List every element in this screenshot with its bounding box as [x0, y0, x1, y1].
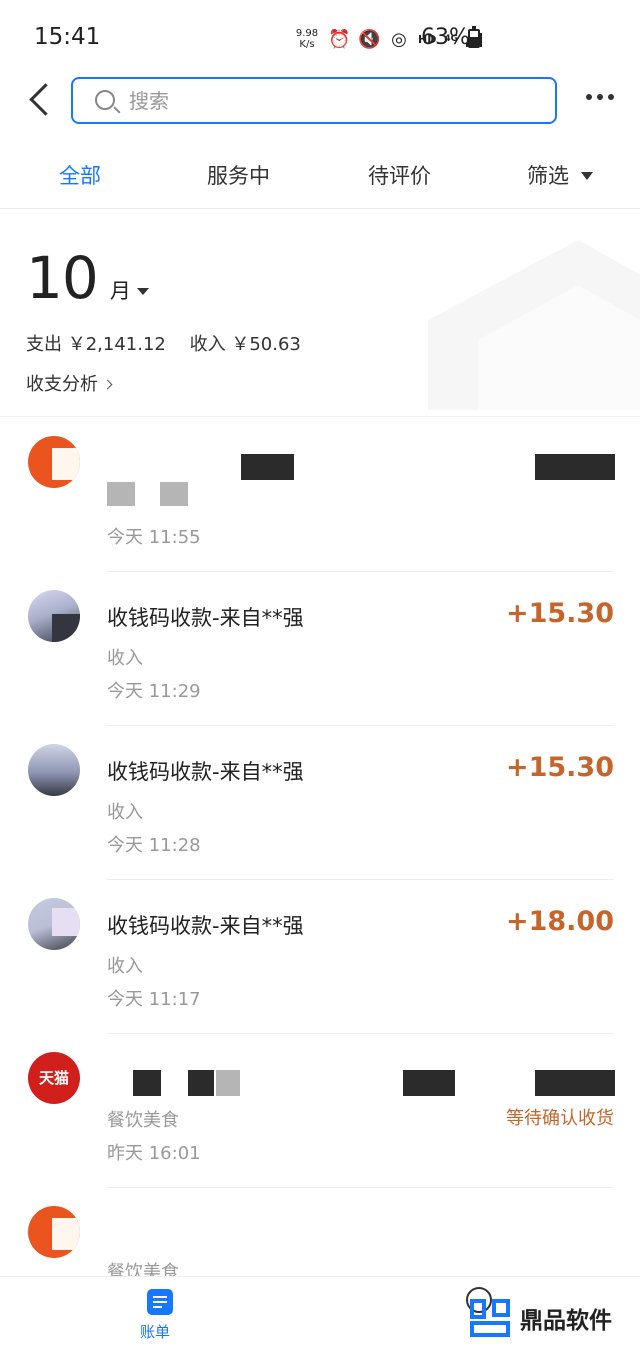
background-decoration [428, 240, 640, 410]
bill-icon[interactable] [147, 1289, 173, 1315]
transaction-time: 今天 11:29 [107, 681, 201, 702]
redaction-mask [216, 1070, 240, 1096]
watermark: 鼎品软件 [470, 1297, 612, 1339]
search-box[interactable] [71, 77, 557, 124]
transaction-row[interactable]: 收钱码收款-来自**强 +15.30 收入 今天 11:28 [0, 726, 640, 880]
redaction-mask [107, 482, 135, 506]
transaction-row[interactable]: 收钱码收款-来自**强 +18.00 收入 今天 11:17 [0, 880, 640, 1034]
month-number: 10 [26, 244, 99, 312]
analysis-label: 收支分析 [26, 374, 98, 395]
transaction-title: 收钱码收款-来自**强 [107, 760, 304, 784]
watermark-text: 鼎品软件 [520, 1308, 612, 1334]
more-menu-button[interactable] [586, 94, 616, 106]
transaction-amount: +15.30 [505, 752, 614, 783]
redaction-mask [133, 1070, 161, 1096]
alarm-icon: ⏰ [328, 28, 351, 50]
transaction-category: 收入 [107, 956, 143, 977]
transaction-time: 今天 11:55 [107, 527, 201, 548]
tmall-logo: 天猫 [28, 1052, 80, 1104]
divider [0, 416, 640, 417]
transaction-amount: +18.00 [505, 906, 614, 937]
transaction-time: 今天 11:28 [107, 835, 201, 856]
redaction-mask [535, 454, 615, 480]
transaction-time: 昨天 16:01 [107, 1143, 201, 1164]
caret-down-icon [581, 172, 593, 180]
transaction-row[interactable]: 天猫 餐饮美食 等待确认收货 昨天 16:01 [0, 1034, 640, 1188]
order-status: 等待确认收货 [506, 1108, 614, 1129]
bottom-nav: 账单 鼎品软件 [0, 1276, 640, 1351]
transaction-row[interactable]: 收钱码收款-来自**强 +15.30 收入 今天 11:29 [0, 572, 640, 726]
transaction-category: 收入 [107, 802, 143, 823]
tab-all[interactable]: 全部 [59, 160, 101, 190]
income-total: 收入 ￥50.63 [189, 334, 301, 355]
transaction-category: 餐饮美食 [107, 1110, 179, 1131]
caret-down-icon [136, 288, 149, 295]
transaction-category: 收入 [107, 648, 143, 669]
redaction-mask [160, 482, 188, 506]
divider [0, 208, 640, 209]
transaction-title: 收钱码收款-来自**强 [107, 606, 304, 630]
back-button[interactable] [24, 82, 58, 118]
transaction-time: 今天 11:17 [107, 989, 201, 1010]
network-speed: 9.98 K/s [295, 28, 319, 50]
search-icon [95, 90, 115, 110]
payer-avatar [28, 744, 80, 796]
redaction-mask [403, 1070, 455, 1096]
status-bar: 15:41 9.98 K/s ⏰ 🔇 ◎ HD 4G 63% [0, 0, 640, 76]
month-unit: 月 [110, 275, 149, 305]
tab-filter[interactable]: 筛选 [527, 160, 593, 190]
hotspot-icon: ◎ [391, 28, 407, 50]
chevron-right-icon [102, 379, 113, 390]
month-totals: 支出 ￥2,141.12 收入 ￥50.63 [26, 330, 319, 356]
month-selector[interactable]: 10 月 [26, 244, 149, 312]
expense-total: 支出 ￥2,141.12 [26, 334, 166, 355]
redaction-mask [241, 454, 294, 480]
income-expense-analysis-link[interactable]: 收支分析 [26, 370, 113, 396]
tab-to-review[interactable]: 待评价 [368, 160, 431, 190]
redaction-mask [188, 1070, 214, 1096]
battery-percent: 63% [421, 25, 470, 50]
merchant-avatar [28, 436, 80, 488]
status-time: 15:41 [34, 24, 101, 50]
transaction-title: 收钱码收款-来自**强 [107, 914, 304, 938]
transaction-row[interactable]: 今天 11:55 [0, 418, 640, 572]
battery-icon [468, 26, 480, 48]
watermark-logo [470, 1299, 510, 1337]
transaction-amount: +15.30 [505, 598, 614, 629]
payer-avatar [28, 590, 80, 642]
mute-icon: 🔇 [358, 28, 381, 50]
tab-filter-label: 筛选 [527, 164, 569, 188]
payer-avatar [28, 898, 80, 950]
filter-tabs: 全部 服务中 待评价 筛选 [0, 148, 640, 204]
nav-bill-label[interactable]: 账单 [140, 1321, 170, 1342]
merchant-avatar [28, 1206, 80, 1258]
tab-in-service[interactable]: 服务中 [207, 160, 270, 190]
redaction-mask [535, 1070, 615, 1096]
search-input[interactable] [129, 87, 529, 115]
